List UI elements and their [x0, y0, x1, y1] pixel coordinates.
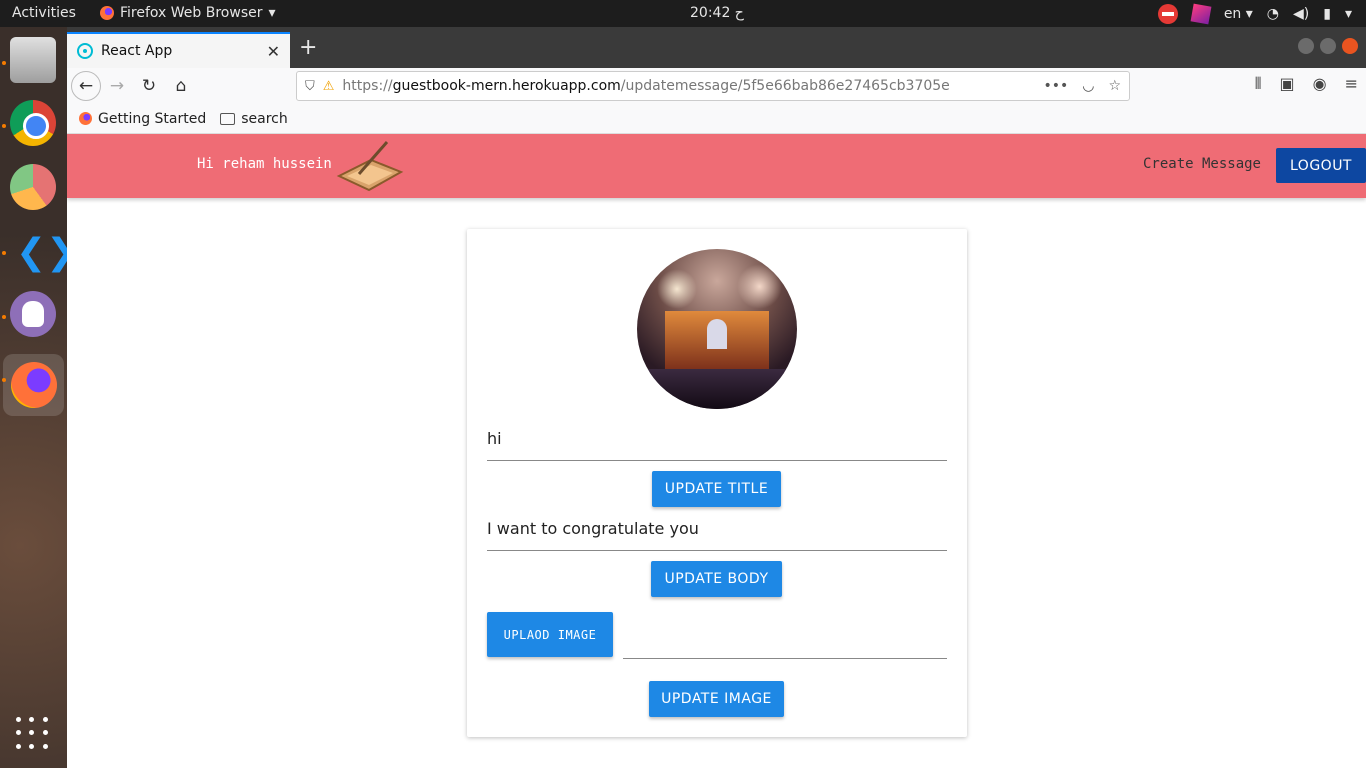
activities-button[interactable]: Activities	[12, 5, 76, 21]
cube-app-icon[interactable]	[1190, 3, 1212, 24]
wifi-icon[interactable]: ◔	[1267, 6, 1279, 22]
power-menu-icon[interactable]: ▾	[1345, 6, 1352, 22]
clock[interactable]: 20:42 ح	[690, 5, 744, 21]
update-body-button[interactable]: UPDATE BODY	[651, 561, 782, 597]
tracking-shield-icon[interactable]: ⛉	[305, 79, 315, 94]
pocket-icon[interactable]: ◡	[1082, 78, 1094, 94]
app-menu[interactable]: Firefox Web Browser ▾	[100, 5, 276, 21]
language-label: en	[1223, 5, 1242, 22]
folder-icon	[220, 112, 236, 125]
bookmark-label: search	[241, 110, 288, 127]
firefox-mini-icon	[79, 112, 92, 125]
tab-react-app[interactable]: React App ✕	[67, 32, 290, 68]
browser-window: React App ✕ + ← → ↻ ⌂ ⛉ ⚠ https://guestb…	[67, 27, 1366, 768]
bookmark-search-folder[interactable]: search	[220, 111, 288, 127]
running-indicator	[2, 61, 6, 65]
bookmark-label: Getting Started	[98, 110, 207, 127]
sidebar-icon[interactable]: ▣	[1280, 74, 1295, 94]
url-host: guestbook-mern.herokuapp.com	[392, 78, 621, 94]
url-scheme: https://	[342, 78, 393, 94]
react-favicon-icon	[77, 43, 93, 59]
update-message-card: hi UPDATE TITLE I want to congratulate y…	[467, 229, 967, 737]
chrome-app-icon[interactable]	[10, 100, 56, 146]
bookmarks-toolbar: Getting Started search	[67, 104, 1366, 134]
bookmark-star-icon[interactable]: ☆	[1108, 78, 1121, 94]
running-indicator	[2, 124, 6, 128]
running-indicator	[2, 251, 6, 255]
title-field[interactable]: hi	[487, 429, 947, 461]
firefox-app-icon[interactable]	[3, 354, 64, 416]
show-applications-icon[interactable]	[16, 717, 50, 751]
account-icon[interactable]: ◉	[1313, 74, 1327, 94]
forward-arrow-icon[interactable]: →	[101, 70, 133, 102]
chevron-down-icon: ▾	[268, 5, 276, 21]
app-menu-label: Firefox Web Browser	[120, 5, 263, 21]
menu-icon[interactable]: ≡	[1345, 74, 1358, 94]
insecure-lock-icon[interactable]: ⚠	[323, 79, 335, 94]
battery-icon[interactable]: ▮	[1323, 6, 1331, 22]
dock: ❮❯	[0, 27, 76, 768]
files-app-icon[interactable]	[10, 37, 56, 83]
tab-title: React App	[101, 43, 173, 59]
close-tab-icon[interactable]: ✕	[267, 42, 280, 61]
vscode-app-icon[interactable]: ❮❯	[10, 228, 76, 274]
reload-icon[interactable]: ↻	[133, 70, 165, 102]
app-header: Hi reham hussein Create Message LOGOUT	[67, 134, 1366, 198]
body-field[interactable]: I want to congratulate you	[487, 519, 947, 551]
upload-image-button[interactable]: UPLAOD IMAGE	[487, 612, 613, 657]
running-indicator	[2, 315, 6, 319]
tab-strip: React App ✕ +	[67, 27, 1366, 68]
new-tab-button[interactable]: +	[299, 35, 317, 60]
system-top-bar: Activities Firefox Web Browser ▾ 20:42 ح…	[0, 0, 1366, 27]
running-indicator	[2, 378, 6, 382]
minimize-window-button[interactable]	[1298, 38, 1314, 54]
toolbar-right: ⫴ ▣ ◉ ≡	[1255, 74, 1358, 94]
do-not-disturb-icon[interactable]	[1157, 3, 1178, 24]
url-bar[interactable]: ⛉ ⚠ https://guestbook-mern.herokuapp.com…	[296, 71, 1130, 101]
web-page: Hi reham hussein Create Message LOGOUT h…	[67, 134, 1366, 768]
firefox-mini-icon	[100, 6, 114, 20]
window-controls	[1298, 38, 1358, 54]
navigation-toolbar: ← → ↻ ⌂ ⛉ ⚠ https://guestbook-mern.herok…	[67, 68, 1366, 104]
page-actions-icon[interactable]: •••	[1043, 78, 1068, 94]
maximize-window-button[interactable]	[1320, 38, 1336, 54]
language-indicator[interactable]: en ▾	[1224, 6, 1253, 22]
url-actions: ••• ◡ ☆	[1043, 78, 1129, 94]
library-icon[interactable]: ⫴	[1255, 74, 1262, 94]
user-greeting: Hi reham hussein	[197, 156, 332, 172]
volume-icon[interactable]: ◀)	[1293, 6, 1309, 22]
pen-paper-logo-icon	[336, 141, 404, 192]
system-tray: en ▾ ◔ ◀) ▮ ▾	[1157, 0, 1366, 27]
url-path: /updatemessage/5f5e66bab86e27465cb3705e	[620, 78, 950, 94]
image-file-field[interactable]	[623, 649, 947, 659]
close-window-button[interactable]	[1342, 38, 1358, 54]
update-image-button[interactable]: UPDATE IMAGE	[649, 681, 784, 717]
message-image	[637, 249, 797, 409]
chromium-app-icon[interactable]	[10, 164, 56, 210]
create-message-link[interactable]: Create Message	[1143, 156, 1261, 172]
update-title-button[interactable]: UPDATE TITLE	[652, 471, 781, 507]
logout-button[interactable]: LOGOUT	[1276, 148, 1366, 183]
back-arrow-icon[interactable]: ←	[71, 71, 101, 101]
github-app-icon[interactable]	[10, 291, 56, 337]
home-icon[interactable]: ⌂	[165, 70, 197, 102]
bookmark-getting-started[interactable]: Getting Started	[79, 111, 206, 127]
